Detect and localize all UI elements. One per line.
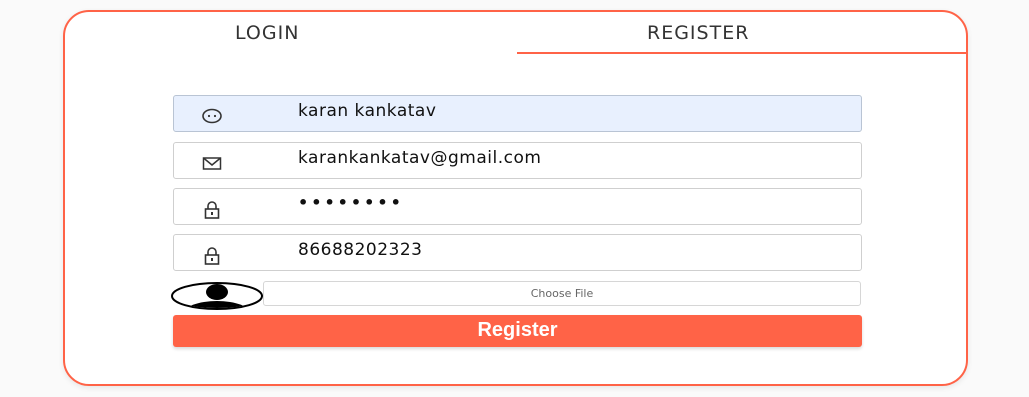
tab-register[interactable]: REGISTER xyxy=(647,22,749,44)
tab-login[interactable]: LOGIN xyxy=(235,22,299,44)
lock-icon xyxy=(202,247,222,265)
auth-tabs: LOGIN REGISTER xyxy=(65,12,968,66)
lock-icon xyxy=(202,201,222,219)
password-value: •••••••• xyxy=(298,193,404,212)
name-field[interactable]: karan kankatav xyxy=(173,95,862,132)
password-field[interactable]: •••••••• xyxy=(173,188,862,225)
auth-card: LOGIN REGISTER karan kankatav karankanka… xyxy=(63,10,968,386)
page: LOGIN REGISTER karan kankatav karankanka… xyxy=(0,0,1029,397)
mail-icon xyxy=(202,155,222,171)
active-tab-indicator xyxy=(517,52,968,54)
name-value: karan kankatav xyxy=(298,101,437,121)
phone-field[interactable]: 86688202323 xyxy=(173,234,862,271)
face-icon xyxy=(202,108,222,124)
register-button[interactable]: Register xyxy=(173,315,862,347)
phone-value: 86688202323 xyxy=(298,240,423,260)
choose-file-button[interactable]: Choose File xyxy=(263,281,861,306)
user-avatar-icon xyxy=(171,282,263,310)
email-field[interactable]: karankankatav@gmail.com xyxy=(173,142,862,179)
email-value: karankankatav@gmail.com xyxy=(298,148,542,168)
